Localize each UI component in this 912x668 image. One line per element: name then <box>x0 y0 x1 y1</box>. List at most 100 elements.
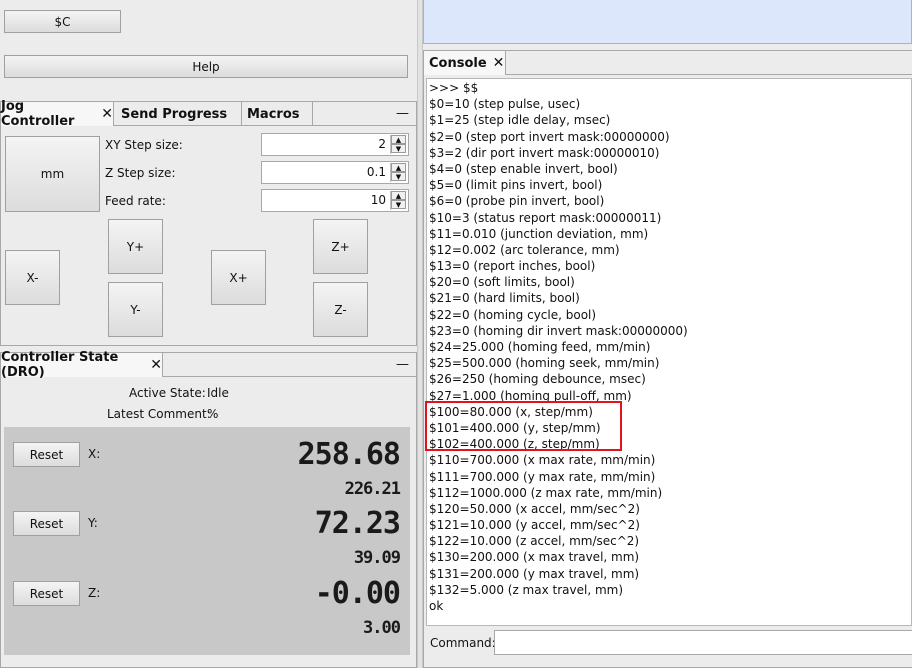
spinner-arrows[interactable]: ▲ ▼ <box>390 163 406 182</box>
y-plus-button[interactable]: Y+ <box>108 219 163 274</box>
y-minus-button[interactable]: Y- <box>108 282 163 337</box>
console-line: $10=3 (status report mask:00000011) <box>429 210 662 225</box>
latest-comment-label: Latest Comment: <box>107 407 211 421</box>
console-line: $130=200.000 (x max travel, mm) <box>429 550 640 565</box>
command-label: Command: <box>430 636 496 650</box>
xy-step-spinner[interactable]: 2 ▲ ▼ <box>261 133 409 156</box>
z-step-value: 0.1 <box>366 165 386 179</box>
console-lines: >>> $$ $0=10 (step pulse, usec) $1=25 (ste… <box>429 80 911 614</box>
console-line: $132=5.000 (z max travel, mm) <box>429 582 624 597</box>
z-plus-button[interactable]: Z+ <box>313 219 368 274</box>
up-arrow-icon[interactable]: ▲ <box>391 163 406 172</box>
tab-jog-controller[interactable]: Jog Controller ✕ <box>1 99 114 129</box>
console-output[interactable]: >>> $$ $0=10 (step pulse, usec) $1=25 (ste… <box>426 78 912 626</box>
feed-rate-value: 10 <box>370 193 386 207</box>
console-line: $120=50.000 (x accel, mm/sec^2) <box>429 501 640 516</box>
console-line: $121=10.000 (y accel, mm/sec^2) <box>429 518 640 533</box>
tab-controller-state[interactable]: Controller State (DRO) ✕ <box>1 350 163 380</box>
console-line: ok <box>429 599 444 613</box>
console-panel: Console ✕ >>> $$ $0=10 (step pulse, usec)… <box>423 50 912 668</box>
x-machine-position: 226.21 <box>344 479 401 499</box>
xy-step-value: 2 <box>378 137 386 151</box>
tab-jog-controller-label: Jog Controller <box>1 99 75 129</box>
spinner-arrows[interactable]: ▲ ▼ <box>390 191 406 210</box>
y-machine-position: 39.09 <box>353 548 401 568</box>
down-arrow-icon[interactable]: ▼ <box>391 144 406 153</box>
reset-x-button[interactable]: Reset <box>13 442 80 467</box>
z-machine-position: 3.00 <box>363 618 401 638</box>
feed-rate-label: Feed rate: <box>105 194 166 208</box>
up-arrow-icon[interactable]: ▲ <box>391 135 406 144</box>
spinner-arrows[interactable]: ▲ ▼ <box>390 135 406 154</box>
console-line: $2=0 (step port invert mask:00000000) <box>429 129 670 144</box>
console-tabbar: Console ✕ <box>424 51 912 75</box>
console-line: $22=0 (homing cycle, bool) <box>429 307 597 322</box>
visualizer-area <box>423 0 912 44</box>
z-axis-label: Z: <box>88 586 101 600</box>
reset-z-button[interactable]: Reset <box>13 581 80 606</box>
console-line: $122=10.000 (z accel, mm/sec^2) <box>429 534 640 549</box>
console-line: $112=1000.000 (z max rate, mm/min) <box>429 485 663 500</box>
console-line: $24=25.000 (homing feed, mm/min) <box>429 340 651 354</box>
console-line: $12=0.002 (arc tolerance, mm) <box>429 242 620 257</box>
dro-tabbar: Controller State (DRO) ✕ — <box>1 350 416 380</box>
x-plus-button[interactable]: X+ <box>211 250 266 305</box>
help-button[interactable]: Help <box>4 55 408 78</box>
dro-readout: Reset X: 258.68 226.21 Reset Y: 72.23 39… <box>4 427 410 655</box>
y-axis-label: Y: <box>88 516 98 530</box>
console-line: $20=0 (soft limits, bool) <box>429 275 575 290</box>
latest-comment-value: % <box>207 407 219 421</box>
jog-tabbar: Jog Controller ✕ Send Progress Macros — <box>1 99 416 129</box>
units-button[interactable]: mm <box>5 136 100 212</box>
reset-y-button[interactable]: Reset <box>13 511 80 536</box>
console-line: $11=0.010 (junction deviation, mm) <box>429 226 649 241</box>
tab-send-progress[interactable]: Send Progress <box>115 102 242 126</box>
down-arrow-icon[interactable]: ▼ <box>391 200 406 209</box>
z-minus-button[interactable]: Z- <box>313 282 368 337</box>
jog-panel: Jog Controller ✕ Send Progress Macros — … <box>0 99 417 346</box>
console-line: >>> $$ <box>429 81 479 95</box>
up-arrow-icon[interactable]: ▲ <box>391 191 406 200</box>
command-input[interactable] <box>494 630 912 655</box>
console-line: $13=0 (report inches, bool) <box>429 259 596 274</box>
tab-controller-state-label: Controller State (DRO) <box>1 350 119 380</box>
console-line: $26=250 (homing debounce, msec) <box>429 372 646 387</box>
z-step-spinner[interactable]: 0.1 ▲ ▼ <box>261 161 409 184</box>
console-line: $23=0 (homing dir invert mask:00000000) <box>429 323 688 338</box>
xy-step-label: XY Step size: <box>105 138 183 152</box>
tab-macros[interactable]: Macros <box>243 102 313 126</box>
x-minus-button[interactable]: X- <box>5 250 60 305</box>
y-work-position: 72.23 <box>314 506 401 541</box>
console-line: $4=0 (step enable invert, bool) <box>429 161 618 176</box>
active-state-label: Active State: <box>129 386 206 400</box>
close-icon[interactable]: ✕ <box>101 106 113 122</box>
z-step-label: Z Step size: <box>105 166 176 180</box>
console-line: $3=2 (dir port invert mask:00000010) <box>429 145 660 160</box>
feed-rate-spinner[interactable]: 10 ▲ ▼ <box>261 189 409 212</box>
minimize-icon[interactable]: — <box>396 357 409 372</box>
console-line: $5=0 (limit pins invert, bool) <box>429 178 603 193</box>
dro-panel: Controller State (DRO) ✕ — Active State:… <box>0 350 417 668</box>
tab-macros-label: Macros <box>247 106 300 122</box>
z-work-position: -0.00 <box>314 576 401 611</box>
console-line: $21=0 (hard limits, bool) <box>429 291 580 306</box>
settings-highlight-box <box>425 401 622 451</box>
console-line: $6=0 (probe pin invert, bool) <box>429 194 605 209</box>
active-state-value: Idle <box>207 386 229 400</box>
x-axis-label: X: <box>88 447 101 461</box>
console-line: $25=500.000 (homing seek, mm/min) <box>429 356 660 371</box>
close-icon[interactable]: ✕ <box>493 55 505 71</box>
down-arrow-icon[interactable]: ▼ <box>391 172 406 181</box>
left-top-area: $C Help <box>0 0 417 98</box>
sc-button[interactable]: $C <box>4 10 121 33</box>
console-line: $0=10 (step pulse, usec) <box>429 97 581 112</box>
x-work-position: 258.68 <box>297 437 401 472</box>
close-icon[interactable]: ✕ <box>150 357 162 373</box>
minimize-icon[interactable]: — <box>396 106 409 121</box>
tab-console[interactable]: Console ✕ <box>424 51 506 75</box>
console-line: $131=200.000 (y max travel, mm) <box>429 566 640 581</box>
tab-console-label: Console <box>429 55 487 71</box>
console-line: $111=700.000 (y max rate, mm/min) <box>429 469 656 484</box>
tab-send-progress-label: Send Progress <box>121 106 228 122</box>
console-line: $1=25 (step idle delay, msec) <box>429 113 611 128</box>
